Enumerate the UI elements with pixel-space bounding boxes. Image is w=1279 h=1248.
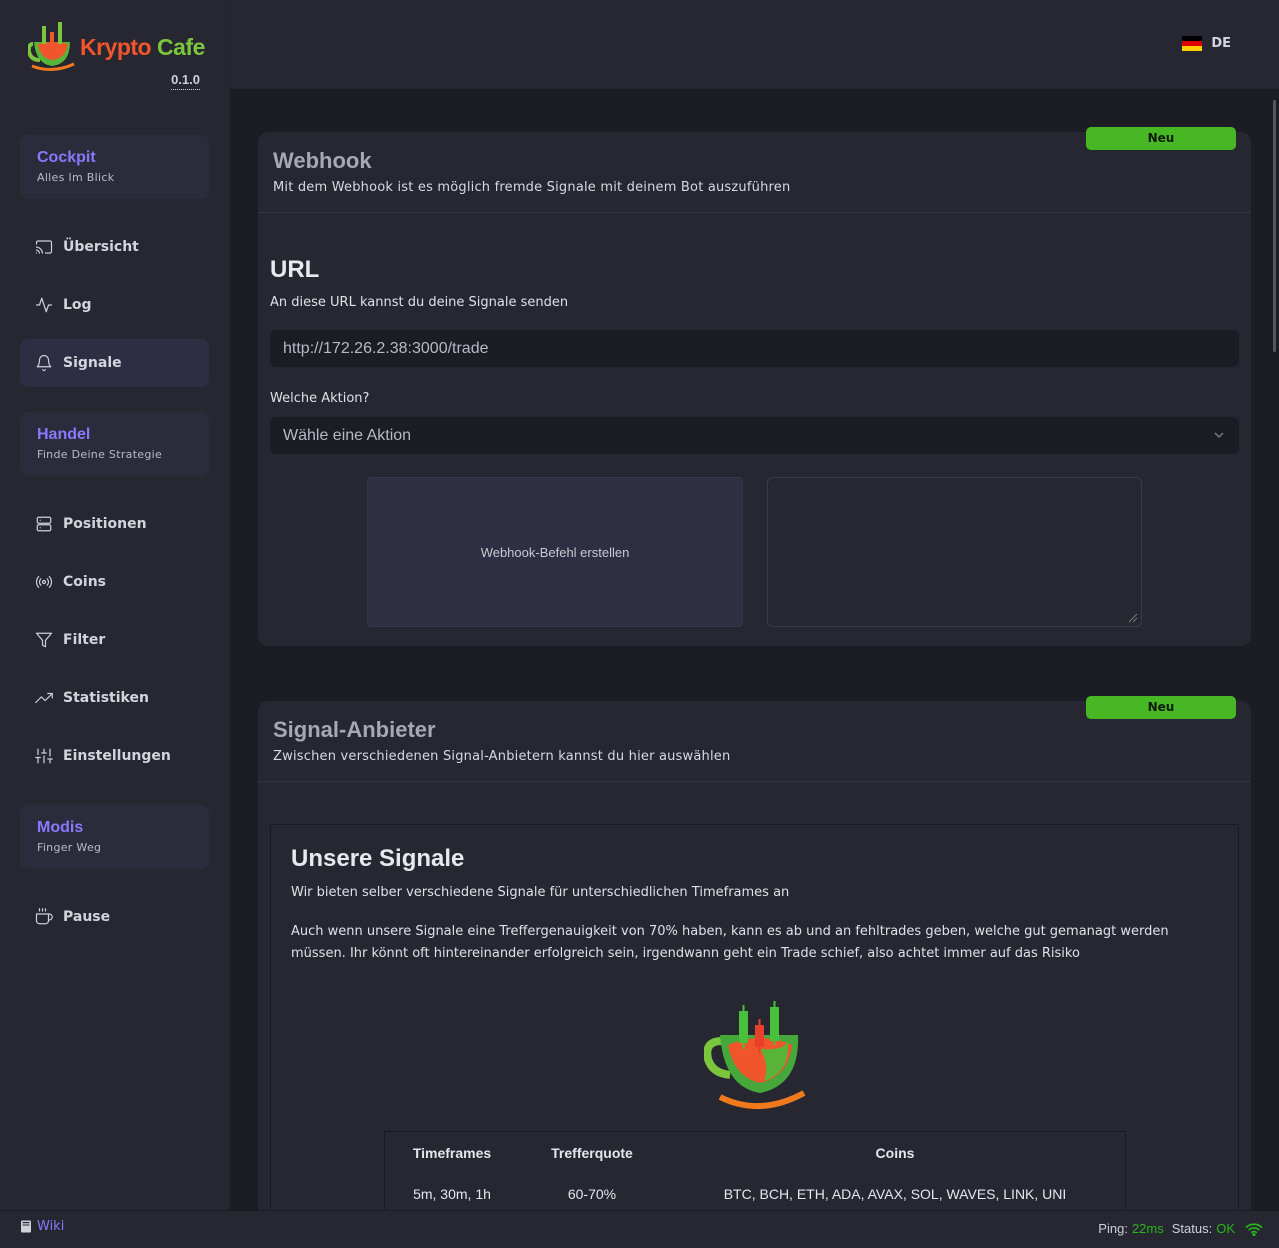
section-cockpit: Cockpit Alles Im Blick: [20, 135, 209, 199]
sidebar-item-label: Filter: [63, 632, 106, 648]
sidebar-item-coins[interactable]: Coins: [20, 558, 209, 606]
sidebar-item-einstellungen[interactable]: Einstellungen: [20, 732, 209, 780]
sidebar-item-label: Pause: [63, 909, 111, 925]
filter-icon: [35, 632, 53, 648]
cast-icon: [35, 240, 53, 254]
section-title: Handel: [37, 426, 91, 443]
card-subtitle: Zwischen verschiedenen Signal-Anbietern …: [273, 749, 731, 764]
table-cell: BTC, BCH, ETH, ADA, AVAX, SOL, WAVES, LI…: [723, 1185, 1067, 1202]
app-name: Krypto Cafe: [80, 34, 205, 61]
section-handel: Handel Finde Deine Strategie: [20, 412, 209, 476]
own-signals-panel: Unsere Signale Wir bieten selber verschi…: [270, 824, 1239, 1244]
create-webhook-command-button[interactable]: Webhook-Befehl erstellen: [367, 477, 743, 627]
table-cell: 60-70%: [567, 1185, 617, 1202]
section-subtitle: Alles Im Blick: [37, 171, 115, 184]
table-row: 5m, 30m, 1h 60-70% BTC, BCH, ETH, ADA, A…: [385, 1173, 1125, 1214]
webhook-command-output[interactable]: [767, 477, 1142, 627]
coffee-cup-logo-icon: [28, 22, 75, 71]
sidebar-item-label: Signale: [63, 355, 122, 371]
action-select-value: Wähle eine Aktion: [283, 426, 412, 444]
bell-icon: [36, 354, 52, 372]
sidebar: Krypto Cafe 0.1.0 Cockpit Alles Im Blick…: [0, 0, 230, 1210]
sidebar-item-label: Log: [63, 297, 92, 313]
sidebar-item-label: Coins: [63, 574, 106, 590]
own-signals-description: Auch wenn unsere Signale eine Treffergen…: [291, 924, 1169, 961]
wiki-link[interactable]: Wiki: [20, 1219, 64, 1234]
activity-icon: [35, 297, 53, 313]
signal-providers-card: Neu Signal-Anbieter Zwischen verschieden…: [258, 696, 1251, 1244]
table-header-cell: Trefferquote: [551, 1144, 633, 1161]
section-title: Modis: [37, 819, 84, 836]
action-select[interactable]: Wähle eine Aktion: [270, 417, 1239, 454]
card-subtitle: Mit dem Webhook ist es möglich fremde Si…: [273, 180, 791, 195]
top-bar: DE: [230, 0, 1279, 89]
sidebar-item-label: Übersicht: [63, 239, 139, 255]
trending-up-icon: [35, 692, 53, 704]
ping-value: 22ms: [1131, 1221, 1164, 1236]
table-cell: 5m, 30m, 1h: [413, 1185, 491, 1202]
sidebar-item-label: Einstellungen: [63, 748, 171, 764]
app-version[interactable]: 0.1.0: [171, 72, 200, 90]
own-signals-subtitle: Wir bieten selber verschiedene Signale f…: [291, 885, 790, 900]
wiki-label: Wiki: [37, 1219, 65, 1234]
sliders-icon: [35, 748, 53, 764]
card-title: Webhook: [273, 148, 372, 173]
wifi-icon: [1245, 1222, 1263, 1236]
language-switcher[interactable]: DE: [1182, 36, 1231, 51]
new-badge: Neu: [1086, 696, 1236, 719]
chevron-down-icon: [1214, 432, 1224, 439]
own-signals-title: Unsere Signale: [291, 845, 465, 872]
new-badge: Neu: [1086, 127, 1236, 150]
language-code: DE: [1211, 36, 1231, 51]
status-value: OK: [1216, 1221, 1235, 1236]
status-label: Status:: [1171, 1221, 1213, 1236]
sidebar-item-statistiken[interactable]: Statistiken: [20, 674, 209, 722]
german-flag-icon: [1182, 36, 1203, 51]
signals-table: Timeframes Trefferquote Coins 5m, 30m, 1…: [384, 1131, 1126, 1214]
sidebar-item-positionen[interactable]: Positionen: [20, 500, 209, 548]
webhook-card: Neu Webhook Mit dem Webhook ist es mögli…: [258, 127, 1251, 646]
server-icon: [36, 516, 52, 532]
card-title: Signal-Anbieter: [273, 717, 436, 742]
sidebar-item-uebersicht[interactable]: Übersicht: [20, 223, 209, 271]
table-header-cell: Coins: [875, 1144, 915, 1161]
section-subtitle: Finger Weg: [37, 841, 102, 854]
section-modis: Modis Finger Weg: [20, 805, 209, 869]
sidebar-item-label: Positionen: [63, 516, 147, 532]
app-name-part2: Cafe: [157, 34, 205, 60]
action-label: Welche Aktion?: [270, 391, 370, 406]
book-icon: [21, 1220, 31, 1233]
url-heading: URL: [270, 256, 320, 283]
coffee-icon: [35, 908, 53, 925]
url-description: An diese URL kannst du deine Signale sen…: [270, 295, 569, 310]
sidebar-item-label: Statistiken: [63, 690, 149, 706]
app-name-part1: Krypto: [80, 34, 152, 60]
radio-icon: [35, 576, 53, 588]
connection-status: Ping: 22ms Status: OK: [1098, 1221, 1263, 1236]
sidebar-item-signale[interactable]: Signale: [20, 339, 209, 387]
table-header-row: Timeframes Trefferquote Coins: [385, 1132, 1125, 1173]
sidebar-item-log[interactable]: Log: [20, 281, 209, 329]
scrollbar-thumb[interactable]: [1273, 100, 1276, 352]
ping-label: Ping:: [1098, 1221, 1128, 1236]
status-bar: Wiki Ping: 22ms Status: OK: [0, 1210, 1279, 1248]
webhook-url-input[interactable]: [270, 330, 1239, 367]
signals-logo-icon: [704, 1001, 806, 1109]
resize-handle-icon[interactable]: [1128, 613, 1138, 623]
sidebar-item-pause[interactable]: Pause: [20, 893, 209, 941]
table-header-cell: Timeframes: [412, 1144, 492, 1161]
app-logo[interactable]: Krypto Cafe 0.1.0: [28, 20, 218, 96]
section-subtitle: Finde Deine Strategie: [37, 448, 163, 461]
section-title: Cockpit: [37, 149, 96, 166]
sidebar-item-filter[interactable]: Filter: [20, 616, 209, 664]
